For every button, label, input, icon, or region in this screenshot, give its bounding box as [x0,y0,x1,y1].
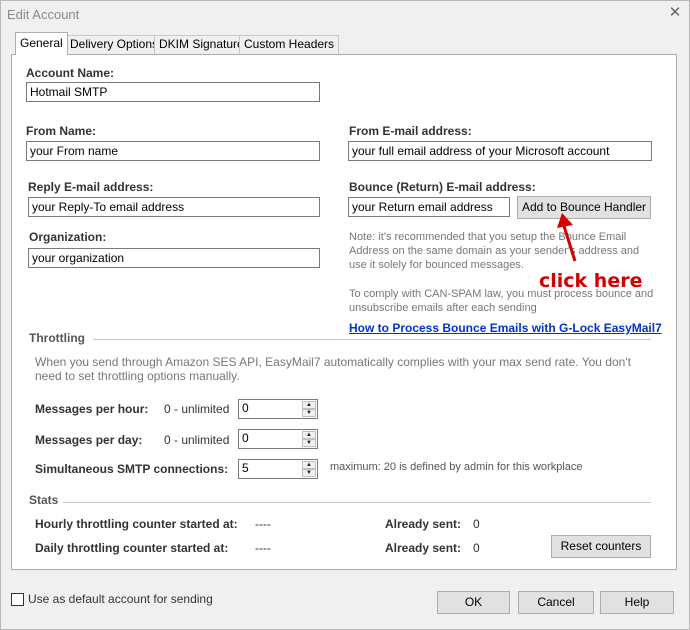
reset-counters-button[interactable]: Reset counters [551,535,651,558]
annotation-arrow-icon [557,213,577,262]
tab-dkim-signature[interactable]: DKIM Signature [154,35,249,54]
spin-up-icon[interactable]: ▲ [302,401,316,409]
ok-button[interactable]: OK [437,591,510,614]
bounce-note: Note: it's recommended that you setup th… [349,231,640,271]
from-email-field[interactable]: your full email address of your Microsof… [348,141,652,161]
tab-delivery-options[interactable]: Delivery Options [65,35,164,54]
help-button[interactable]: Help [600,591,674,614]
throttling-divider [93,339,651,340]
smtp-connections-stepper[interactable]: 5 ▲ ▼ [238,459,318,479]
throttling-description: When you send through Amazon SES API, Ea… [35,355,631,383]
bounce-help-link[interactable]: How to Process Bounce Emails with G-Lock… [349,321,662,335]
messages-per-day-label: Messages per day: [35,433,143,447]
daily-counter-label: Daily throttling counter started at: [35,541,229,555]
messages-per-hour-hint: 0 - unlimited [164,402,230,416]
stats-heading: Stats [29,493,59,507]
smtp-connections-label: Simultaneous SMTP connections: [35,462,229,476]
account-name-label: Account Name: [26,66,115,80]
spin-down-icon[interactable]: ▼ [302,409,316,417]
bounce-email-field[interactable]: your Return email address [348,197,510,217]
click-here-annotation: click here [539,270,643,292]
close-icon[interactable]: ✕ [666,4,684,22]
spin-up-icon[interactable]: ▲ [302,461,316,469]
daily-already-sent-label: Already sent: [385,541,462,555]
from-name-field[interactable]: your From name [26,141,320,161]
organization-label: Organization: [29,230,107,244]
from-email-label: From E-mail address: [349,124,472,138]
cancel-button[interactable]: Cancel [518,591,594,614]
spin-up-icon[interactable]: ▲ [302,431,316,439]
stats-divider [63,502,651,503]
throttling-heading: Throttling [29,331,85,345]
spin-down-icon[interactable]: ▼ [302,469,316,477]
messages-per-day-hint: 0 - unlimited [164,433,230,447]
default-account-label: Use as default account for sending [28,592,213,606]
smtp-connections-value: 5 [242,461,249,475]
edit-account-dialog: Edit Account ✕ General Delivery Options … [0,0,690,630]
messages-per-hour-value: 0 [242,401,249,415]
daily-already-sent-value: 0 [473,541,480,555]
messages-per-day-stepper[interactable]: 0 ▲ ▼ [238,429,318,449]
bounce-email-label: Bounce (Return) E-mail address: [349,180,536,194]
hourly-counter-value: ---- [255,517,271,531]
dialog-title: Edit Account [7,7,80,22]
smtp-connections-hint: maximum: 20 is defined by admin for this… [330,461,583,473]
account-name-field[interactable]: Hotmail SMTP [26,82,320,102]
default-account-checkbox[interactable] [11,593,24,606]
organization-field[interactable]: your organization [28,248,320,268]
reply-email-field[interactable]: your Reply-To email address [28,197,320,217]
hourly-counter-label: Hourly throttling counter started at: [35,517,238,531]
hourly-already-sent-value: 0 [473,517,480,531]
tab-custom-headers[interactable]: Custom Headers [239,35,340,54]
reply-email-label: Reply E-mail address: [28,180,154,194]
daily-counter-value: ---- [255,541,271,555]
tab-general[interactable]: General [15,32,68,55]
hourly-already-sent-label: Already sent: [385,517,462,531]
spin-down-icon[interactable]: ▼ [302,439,316,447]
messages-per-hour-stepper[interactable]: 0 ▲ ▼ [238,399,318,419]
messages-per-hour-label: Messages per hour: [35,402,149,416]
messages-per-day-value: 0 [242,431,249,445]
from-name-label: From Name: [26,124,97,138]
